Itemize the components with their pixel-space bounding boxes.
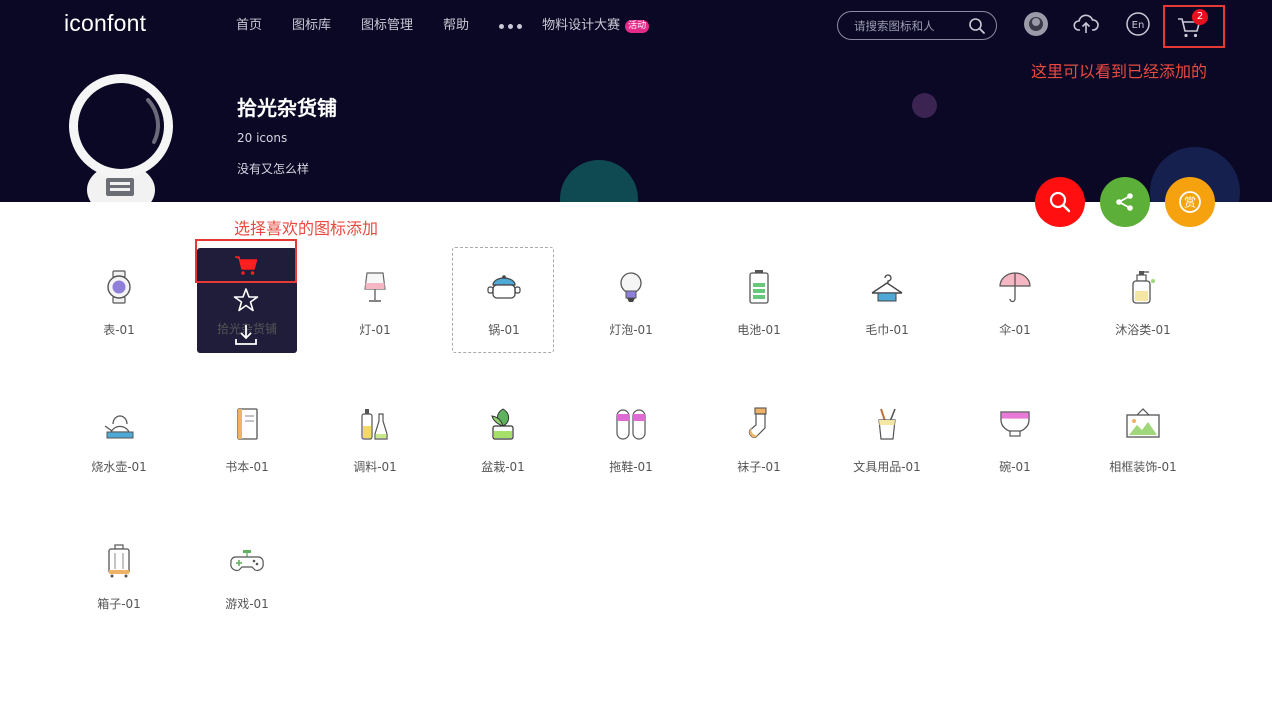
upload-cloud-icon[interactable] [1073,11,1099,37]
frame-icon [1126,408,1160,438]
more-dots-icon[interactable] [499,17,523,35]
svg-text:赏: 赏 [1184,196,1196,210]
main-nav: 首页 图标库 图标管理 帮助 物料设计大赛 活动 [236,17,650,35]
icon-card-selected[interactable]: 锅-01 [452,247,554,353]
icon-label: 游戏-01 [225,597,269,611]
icon-card[interactable]: 灯-01 [324,248,426,354]
suitcase-icon [108,544,130,578]
icon-card[interactable]: 书本-01 [196,385,298,491]
icon-label: 灯泡-01 [609,323,653,337]
icon-label: 烧水壶-01 [91,460,147,474]
nav-contest-label: 物料设计大赛 [542,18,621,33]
icon-card[interactable]: 表-01 [68,248,170,354]
bath-bottle-icon [1132,271,1155,304]
icon-card[interactable]: 沐浴类-01 [1092,248,1194,354]
svg-text:En: En [1132,20,1145,31]
site-logo[interactable]: iconfont [64,10,146,37]
share-fab-button[interactable] [1100,177,1150,227]
search-box [837,11,997,40]
header-banner: iconfont 首页 图标库 图标管理 帮助 物料设计大赛 活动 请搜索图标和… [0,0,1272,202]
icon-label: 调料-01 [353,460,397,474]
battery-icon [749,270,769,304]
gamepad-icon [230,550,264,571]
nav-icon-library[interactable]: 图标库 [292,17,331,35]
reward-fab-button[interactable]: 赏 [1165,177,1215,227]
icon-label: 文具用品-01 [853,460,921,474]
search-input[interactable] [854,17,966,35]
nav-icon-manage[interactable]: 图标管理 [361,17,413,35]
icon-card[interactable]: 盆栽-01 [452,385,554,491]
icon-card[interactable]: 箱子-01 [68,522,170,628]
towel-icon [871,274,903,302]
icon-label: 电池-01 [737,323,781,337]
icon-card[interactable]: 相框装饰-01 [1092,385,1194,491]
bulb-icon [620,272,642,302]
nav-help[interactable]: 帮助 [443,17,469,35]
user-avatar-icon[interactable] [1023,11,1049,37]
page: iconfont 首页 图标库 图标管理 帮助 物料设计大赛 活动 请搜索图标和… [0,0,1272,710]
icon-card[interactable]: 灯泡-01 [580,248,682,354]
search-fab-button[interactable] [1035,177,1085,227]
icon-label: 拖鞋-01 [609,460,653,474]
nav-design-contest[interactable]: 物料设计大赛 活动 [542,17,650,35]
icon-card[interactable]: 文具用品-01 [836,385,938,491]
decor-dot [912,93,937,118]
nav-home[interactable]: 首页 [236,17,262,35]
icon-label: 毛巾-01 [865,323,909,337]
icon-label: 相框装饰-01 [1109,460,1177,474]
icon-label: 沐浴类-01 [1115,323,1171,337]
reward-icon: 赏 [1179,191,1201,213]
icon-card[interactable]: 烧水壶-01 [68,385,170,491]
pot-icon [487,275,521,299]
favorite-star-icon[interactable] [233,287,259,313]
umbrella-icon [999,272,1031,303]
add-highlight-box [195,239,297,283]
stationery-icon [878,408,896,440]
icon-card[interactable]: 袜子-01 [708,385,810,491]
download-icon[interactable] [233,322,259,348]
plant-icon [491,408,514,440]
seasoning-icon [361,409,388,440]
search-icon [1049,191,1071,213]
slippers-icon [616,409,646,440]
icon-card[interactable]: 拖鞋-01 [580,385,682,491]
sock-icon [748,407,767,438]
activity-badge: 活动 [625,19,650,33]
watch-icon [107,270,131,304]
cart-count-badge: 2 [1192,9,1208,25]
icon-label: 伞-01 [999,323,1031,337]
icon-label: 箱子-01 [97,597,141,611]
cart-annotation: 这里可以看到已经添加的 [1031,62,1208,81]
icon-label: 灯-01 [359,323,391,337]
share-icon [1116,193,1133,211]
search-icon[interactable] [968,17,986,35]
icon-label: 袜子-01 [737,460,781,474]
icon-label: 锅-01 [488,323,520,337]
lamp-icon [364,272,386,302]
language-switch-icon[interactable]: En [1125,11,1151,37]
icon-card[interactable]: 碗-01 [964,385,1066,491]
add-annotation: 选择喜欢的图标添加 [234,219,379,238]
icon-label: 书本-01 [225,460,269,474]
kettle-icon [104,415,134,439]
book-icon [237,408,258,440]
icon-count: 20 icons [237,131,288,145]
icon-label: 碗-01 [999,460,1031,474]
icon-label: 盆栽-01 [481,460,525,474]
icon-card[interactable]: 电池-01 [708,248,810,354]
decor-circle [560,160,638,202]
shop-description: 没有又怎么样 [237,162,310,176]
shop-title: 拾光杂货铺 [237,96,337,120]
shop-avatar [69,74,173,202]
icon-card[interactable]: 调料-01 [324,385,426,491]
icon-card[interactable]: 游戏-01 [196,522,298,628]
icon-card[interactable]: 毛巾-01 [836,248,938,354]
bowl-icon [1000,411,1030,437]
icon-label: 表-01 [103,323,135,337]
icon-card[interactable]: 伞-01 [964,248,1066,354]
